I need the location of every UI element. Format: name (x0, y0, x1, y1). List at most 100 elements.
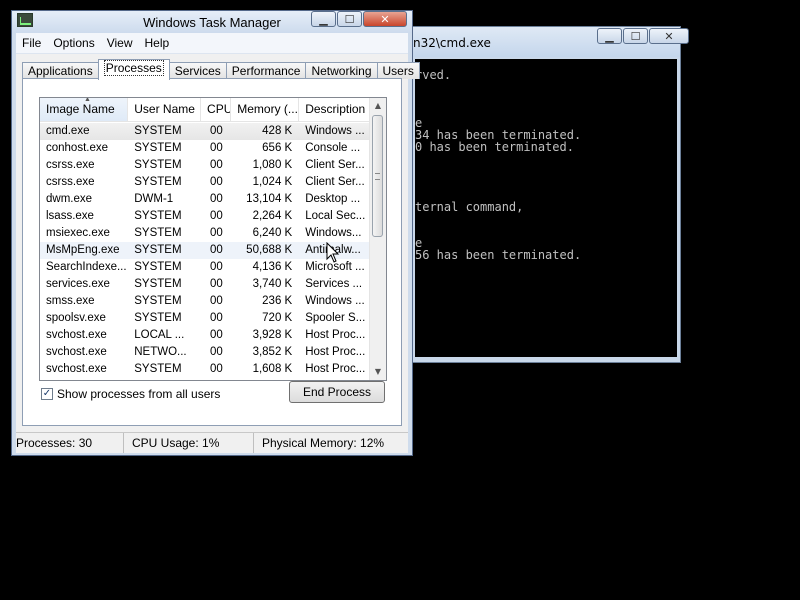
cell-image-name: SearchIndexe... (46, 261, 127, 273)
menu-options[interactable]: Options (47, 36, 100, 50)
process-row[interactable]: smss.exe SYSTEM 00 236 K Windows ... (40, 293, 371, 310)
cell-user-name: LOCAL ... (134, 329, 185, 341)
tab-services[interactable]: Services (168, 62, 227, 79)
cell-image-name: dwm.exe (46, 193, 93, 205)
cell-image-name: conhost.exe (46, 142, 109, 154)
cell-user-name: SYSTEM (134, 210, 182, 222)
cell-cpu: 00 (209, 210, 223, 222)
tab-users[interactable]: Users (376, 62, 420, 79)
cell-description: Client Ser... (305, 159, 365, 171)
process-row[interactable]: cmd.exe SYSTEM 00 428 K Windows ... (40, 123, 371, 140)
tab-performance[interactable]: Performance (225, 62, 307, 79)
maximize-button[interactable]: ☐ (337, 11, 362, 27)
process-row[interactable]: lsass.exe SYSTEM 00 2,264 K Local Sec... (40, 208, 371, 225)
cmd-output-line: 56 has been terminated. (415, 248, 582, 262)
task-manager-body: Applications Processes Services Performa… (16, 54, 420, 432)
process-row[interactable]: csrss.exe SYSTEM 00 1,024 K Client Ser... (40, 174, 371, 191)
cell-memory: 656 K (262, 142, 293, 154)
cell-description: Spooler S... (305, 312, 366, 324)
process-row[interactable]: spoolsv.exe SYSTEM 00 720 K Spooler S... (40, 310, 371, 327)
cell-user-name: SYSTEM (134, 159, 182, 171)
task-manager-window[interactable]: Windows Task Manager ▁ ☐ ✕ File Options … (11, 10, 420, 456)
process-row[interactable]: MsMpEng.exeSYSTEM0050,688 KAntimalw... (40, 242, 371, 259)
minimize-icon: ▁ (319, 12, 328, 26)
cell-user-name: SYSTEM (134, 295, 182, 307)
cell-image-name: svchost.exe (46, 363, 107, 375)
cell-cpu: 00 (209, 346, 223, 358)
cmd-maximize-button[interactable]: ☐ (623, 28, 648, 44)
cell-cpu: 00 (209, 142, 223, 154)
sort-ascending-icon: ▲ (84, 98, 91, 103)
status-physical-memory: Physical Memory: 12% (262, 436, 385, 450)
process-list-header: ▲ Image Name User Name CPU Memory (... D… (40, 98, 371, 122)
process-list-scrollbar[interactable]: ▲ ▼ (369, 98, 386, 380)
cell-cpu: 00 (209, 176, 223, 188)
process-list[interactable]: ▲ Image Name User Name CPU Memory (... D… (39, 97, 387, 381)
task-manager-title-bar[interactable]: Windows Task Manager ▁ ☐ ✕ (12, 11, 412, 33)
column-user-name[interactable]: User Name (128, 98, 202, 121)
cell-memory: 3,928 K (252, 329, 293, 341)
scroll-up-arrow-icon[interactable]: ▲ (370, 98, 386, 114)
cell-user-name: DWM-1 (134, 193, 174, 205)
menu-help[interactable]: Help (139, 36, 176, 50)
tab-processes[interactable]: Processes (97, 59, 170, 80)
cmd-minimize-button[interactable]: ▁ (597, 28, 622, 44)
cell-user-name: SYSTEM (134, 125, 182, 137)
cmd-window[interactable]: n32\cmd.exe ▁ ☐ ✕ rved. e 34 has been term… (384, 26, 689, 363)
column-memory[interactable]: Memory (... (231, 98, 300, 121)
process-row[interactable]: conhost.exe SYSTEM 00 656 K Console ... (40, 140, 371, 157)
cell-user-name: SYSTEM (134, 244, 182, 256)
cmd-output-line: ternal command, (415, 200, 524, 214)
process-row[interactable]: csrss.exe SYSTEM 00 1,080 K Client Ser... (40, 157, 371, 174)
cell-memory: 2,264 K (252, 210, 293, 222)
menu-view[interactable]: View (101, 36, 139, 50)
cell-image-name: svchost.exe (46, 329, 107, 341)
show-all-users-checkbox[interactable]: ✓ (41, 388, 53, 400)
column-cpu[interactable]: CPU (201, 98, 232, 121)
cmd-console[interactable]: rved. e 34 has been terminated. 0 has been … (415, 59, 677, 357)
cell-image-name: cmd.exe (46, 125, 90, 137)
process-row[interactable]: svchost.exe NETWO... 00 3,852 K Host Proc... (40, 344, 371, 361)
cell-description: Windows ... (305, 125, 365, 137)
cell-description: Windows ... (305, 295, 365, 307)
cell-image-name: spoolsv.exe (46, 312, 106, 324)
process-row[interactable]: dwm.exe DWM-1 00 13,104 K Desktop ... (40, 191, 371, 208)
cell-memory: 4,136 K (252, 261, 293, 273)
checkmark-icon: ✓ (42, 388, 52, 399)
show-all-users-label[interactable]: Show processes from all users (57, 387, 220, 401)
cell-image-name: csrss.exe (46, 176, 95, 188)
show-all-users-option[interactable]: ✓ Show processes from all users (41, 387, 220, 401)
menu-bar: File Options View Help (16, 33, 408, 54)
process-row[interactable]: svchost.exe SYSTEM 00 1,608 K Host Proc... (40, 361, 371, 378)
cell-cpu: 00 (209, 312, 223, 324)
cell-cpu: 00 (209, 125, 223, 137)
process-row[interactable]: svchost.exe LOCAL ... 00 3,928 K Host Proc..… (40, 327, 371, 344)
cell-cpu: 00 (209, 227, 223, 239)
cell-cpu: 00 (209, 193, 223, 205)
tab-applications[interactable]: Applications (22, 62, 99, 79)
menu-file[interactable]: File (16, 36, 47, 50)
process-row[interactable]: SearchIndexe... SYSTEM 00 4,136 K Microsoft … (40, 259, 371, 276)
cell-memory: 6,240 K (252, 227, 293, 239)
scroll-down-arrow-icon[interactable]: ▼ (370, 364, 386, 380)
cell-description: Host Proc... (305, 346, 366, 358)
scrollbar-thumb[interactable] (372, 115, 383, 237)
close-icon: ✕ (380, 12, 390, 26)
status-bar: Processes: 30 CPU Usage: 1% Physical Mem… (16, 432, 408, 453)
close-button[interactable]: ✕ (363, 11, 407, 27)
process-rows: cmd.exe SYSTEM 00 428 K Windows ... conhost.e… (40, 123, 371, 378)
cell-user-name: SYSTEM (134, 363, 182, 375)
end-process-button[interactable]: End Process (289, 381, 385, 403)
status-cpu-usage: CPU Usage: 1% (124, 433, 254, 453)
cmd-title-bar[interactable]: n32\cmd.exe ▁ ☐ ✕ (385, 27, 689, 57)
column-description[interactable]: Description (299, 98, 371, 121)
cell-cpu: 00 (209, 363, 223, 375)
process-row[interactable]: msiexec.exe SYSTEM 00 6,240 K Windows... (40, 225, 371, 242)
minimize-button[interactable]: ▁ (311, 11, 336, 27)
column-image-name[interactable]: ▲ Image Name (40, 98, 129, 121)
tab-networking[interactable]: Networking (305, 62, 378, 79)
process-row[interactable]: services.exe SYSTEM 00 3,740 K Services ... (40, 276, 371, 293)
cmd-close-button[interactable]: ✕ (649, 28, 689, 44)
cell-description: Client Ser... (305, 176, 365, 188)
maximize-icon: ☐ (630, 29, 641, 43)
